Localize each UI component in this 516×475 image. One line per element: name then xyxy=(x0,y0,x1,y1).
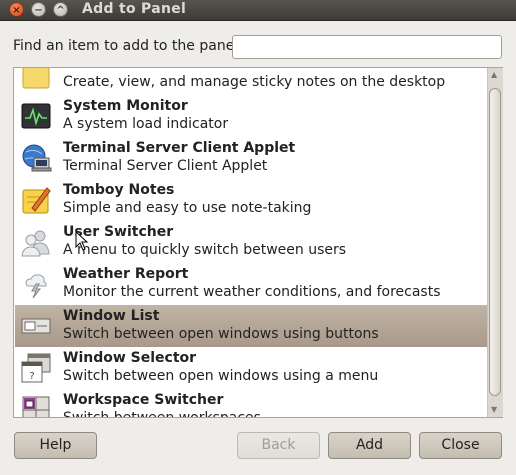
list-item-window-selector[interactable]: ? Window Selector Switch between open wi… xyxy=(15,347,488,389)
item-name: Window Selector xyxy=(63,350,197,366)
item-desc: Switch between workspaces xyxy=(63,410,261,418)
window-maximize-button[interactable]: ^ xyxy=(53,2,68,17)
window-selector-icon: ? xyxy=(21,353,51,383)
item-desc: A system load indicator xyxy=(63,116,229,132)
list-item-window-list[interactable]: Window List Switch between open windows … xyxy=(15,305,488,347)
scroll-up-arrow-icon[interactable]: ▲ xyxy=(491,70,497,79)
item-desc: Switch between open windows using a menu xyxy=(63,368,379,384)
scrollbar-thumb[interactable] xyxy=(489,88,501,396)
title-bar: × − ^ Add to Panel xyxy=(0,0,516,21)
item-desc: A menu to quickly switch between users xyxy=(63,242,347,258)
terminal-server-icon xyxy=(22,144,52,172)
search-input[interactable] xyxy=(232,35,502,59)
back-button[interactable]: Back xyxy=(237,432,320,459)
window-close-button[interactable]: × xyxy=(9,2,24,17)
close-button[interactable]: Close xyxy=(419,432,502,459)
add-button[interactable]: Add xyxy=(328,432,411,459)
item-name: Terminal Server Client Applet xyxy=(63,140,296,156)
list-item-workspace-switcher[interactable]: Workspace Switcher Switch between worksp… xyxy=(15,389,488,418)
list-item-terminal-server[interactable]: Terminal Server Client Applet Terminal S… xyxy=(15,137,488,179)
list-scrollbar[interactable]: ▲ ▼ xyxy=(487,68,503,417)
list-item-sticky-notes[interactable]: Create, view, and manage sticky notes on… xyxy=(15,68,488,95)
item-desc: Create, view, and manage sticky notes on… xyxy=(63,74,446,90)
item-desc: Monitor the current weather conditions, … xyxy=(63,284,441,300)
item-name: System Monitor xyxy=(63,98,188,114)
tomboy-notes-icon xyxy=(22,187,51,214)
list-item-system-monitor[interactable]: System Monitor A system load indicator xyxy=(15,95,488,137)
item-desc: Terminal Server Client Applet xyxy=(63,158,268,174)
window-list-icon xyxy=(21,318,51,334)
list-item-weather-report[interactable]: Weather Report Monitor the current weath… xyxy=(15,263,488,305)
window-minimize-button[interactable]: − xyxy=(31,2,46,17)
item-desc: Switch between open windows using button… xyxy=(63,326,379,342)
window-title: Add to Panel xyxy=(82,1,187,17)
workspace-switcher-icon xyxy=(22,396,50,417)
weather-icon xyxy=(25,274,47,299)
svg-text:?: ? xyxy=(29,371,34,382)
sticky-notes-icon xyxy=(22,68,50,89)
help-button[interactable]: Help xyxy=(14,432,97,459)
item-name: Workspace Switcher xyxy=(63,392,224,408)
item-name: Weather Report xyxy=(63,266,189,282)
scroll-down-arrow-icon[interactable]: ▼ xyxy=(491,405,497,414)
mouse-pointer-icon xyxy=(75,231,89,251)
item-desc: Simple and easy to use note-taking xyxy=(63,200,312,216)
user-switcher-icon xyxy=(21,230,50,257)
item-name: Tomboy Notes xyxy=(63,182,175,198)
item-name: Window List xyxy=(63,308,160,324)
search-label: Find an item to add to the panel: xyxy=(13,38,243,54)
system-monitor-icon xyxy=(21,103,51,129)
list-item-tomboy-notes[interactable]: Tomboy Notes Simple and easy to use note… xyxy=(15,179,488,221)
